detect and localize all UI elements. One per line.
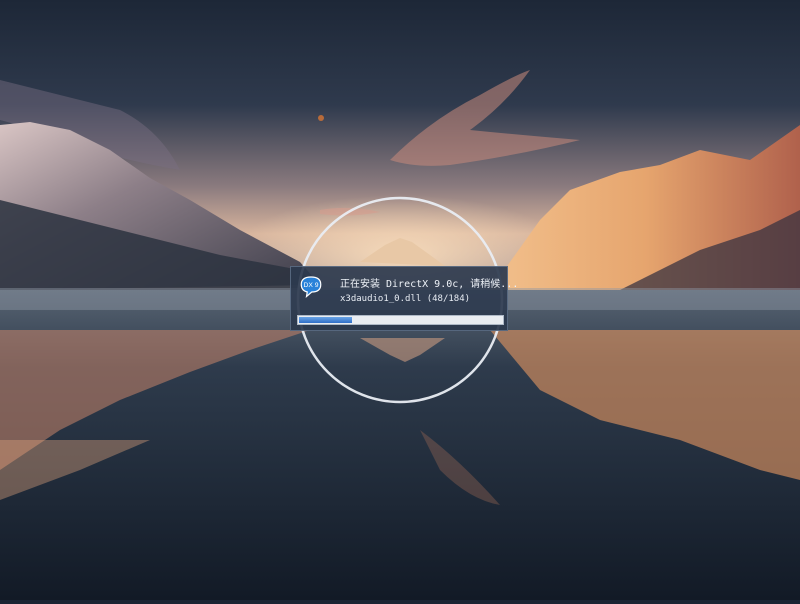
directx-logo-text: DX 9: [303, 282, 318, 289]
install-progress-fill: [299, 317, 352, 323]
directx-logo-icon: DX 9: [300, 276, 322, 298]
installer-dialog: DX 9 正在安装 DirectX 9.0c, 请稍候... x3daudio1…: [290, 266, 518, 331]
current-file-text: x3daudio1_0.dll (48/184): [340, 294, 471, 304]
install-status-text: 正在安装 DirectX 9.0c, 请稍候...: [340, 279, 519, 290]
install-progress-bar: [297, 315, 504, 325]
